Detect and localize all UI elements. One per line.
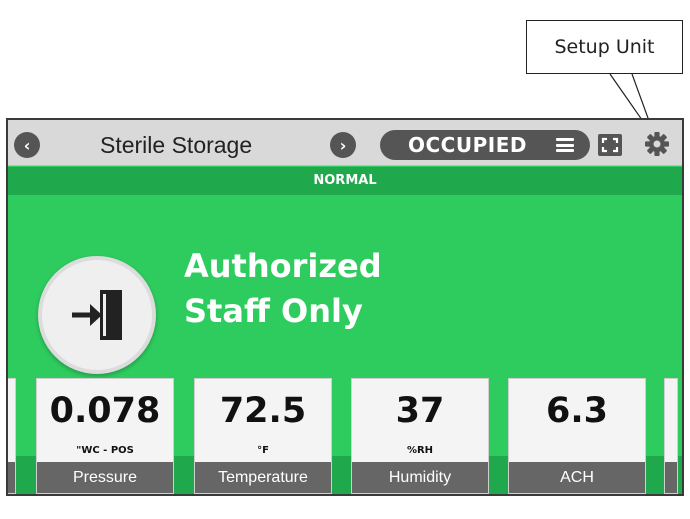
setup-unit-callout: Setup Unit	[526, 20, 683, 74]
tile-pressure[interactable]: 0.078 "WC - POS Pressure	[36, 378, 174, 494]
message-line-2: Staff Only	[184, 292, 363, 330]
tile-partial-right	[664, 378, 678, 494]
top-bar: ‹ Sterile Storage › OCCUPIED	[8, 120, 682, 166]
tile-value: 6.3	[545, 391, 608, 431]
tile-label: Temperature	[195, 462, 331, 493]
tile-unit: °F	[257, 445, 269, 456]
status-text: NORMAL	[313, 173, 377, 188]
menu-icon	[556, 138, 574, 152]
message-line-1: Authorized	[184, 247, 382, 285]
room-name: Sterile Storage	[100, 132, 253, 158]
chevron-left-icon[interactable]: ‹	[14, 132, 40, 158]
status-message: Authorized Staff Only	[184, 244, 382, 334]
room-panel: ‹ Sterile Storage › OCCUPIED NORMAL Auth…	[6, 118, 684, 496]
tile-humidity[interactable]: 37 %RH Humidity	[351, 378, 489, 494]
tile-unit: %RH	[406, 445, 434, 456]
gear-icon[interactable]	[643, 130, 671, 158]
tile-value: 0.078	[49, 391, 161, 431]
tile-value: 37	[395, 391, 445, 431]
tile-label: Humidity	[352, 462, 488, 493]
chevron-right-icon[interactable]: ›	[330, 132, 356, 158]
tile-label: ACH	[509, 462, 645, 493]
fullscreen-icon[interactable]	[598, 134, 622, 156]
status-strip: NORMAL	[8, 167, 682, 195]
tile-partial-left	[8, 378, 16, 494]
tile-unit: "WC - POS	[76, 445, 134, 456]
mode-label: OCCUPIED	[408, 133, 527, 157]
callout-text: Setup Unit	[554, 36, 655, 58]
tile-ach[interactable]: 6.3 ACH	[508, 378, 646, 494]
tile-value: 72.5	[219, 391, 307, 431]
mode-selector[interactable]: OCCUPIED	[380, 130, 590, 160]
tile-temperature[interactable]: 72.5 °F Temperature	[194, 378, 332, 494]
tile-label: Pressure	[37, 462, 173, 493]
door-entry-icon	[38, 256, 156, 374]
